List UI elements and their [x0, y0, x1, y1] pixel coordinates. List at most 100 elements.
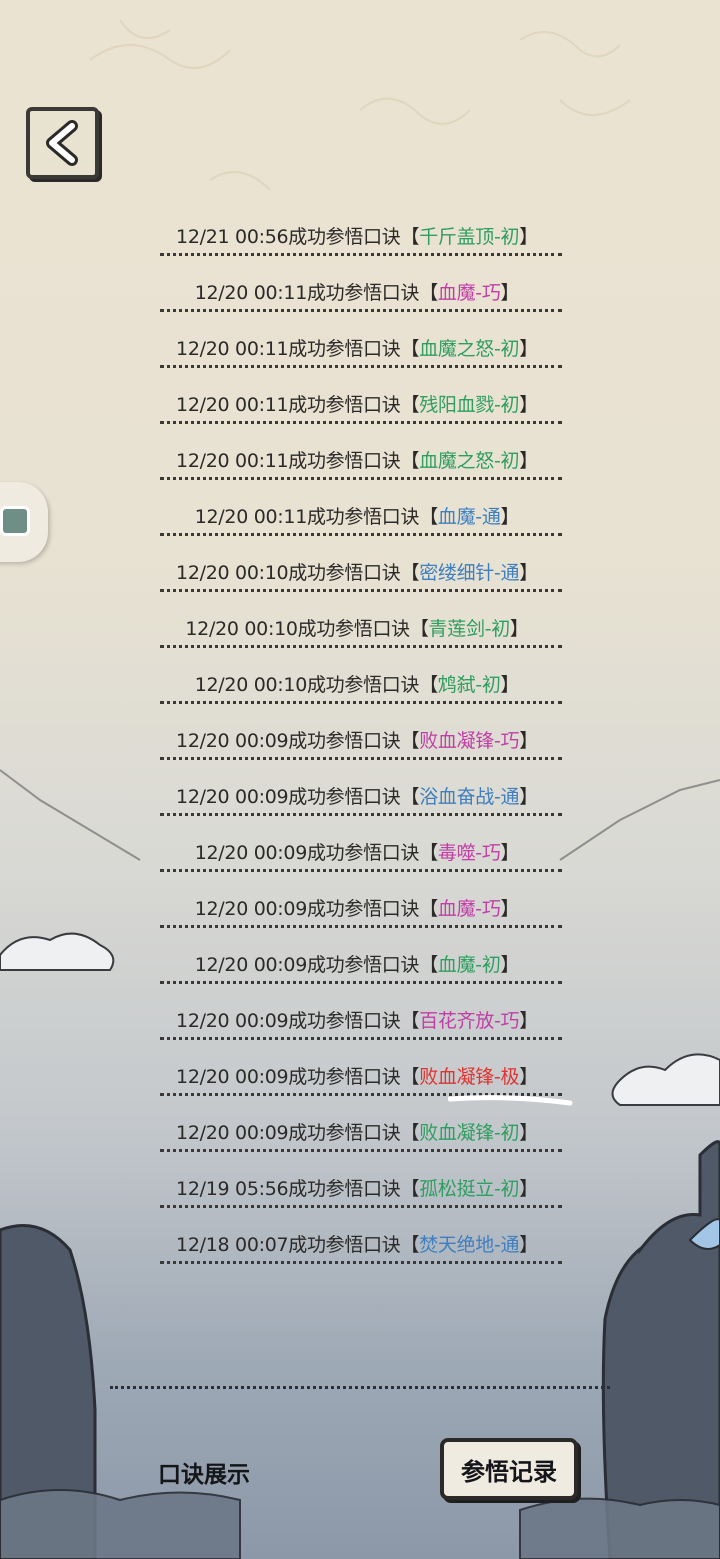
- record-skill: 血魔之怒-初: [419, 449, 520, 472]
- back-button[interactable]: [26, 107, 99, 179]
- bracket-open: 【: [400, 337, 420, 360]
- record-list: 12/21 00:56成功参悟口诀【千斤盖顶-初】 12/20 00:11成功参悟…: [152, 211, 562, 1275]
- bracket-open: 【: [400, 393, 420, 416]
- bracket-close: 】: [509, 617, 529, 640]
- record-time: 12/20 00:11成功参悟口诀: [194, 281, 420, 304]
- record-skill: 密缕细针-通: [419, 561, 520, 584]
- row-divider: [160, 1149, 562, 1152]
- record-skill: 百花齐放-巧: [419, 1009, 520, 1032]
- record-text: 12/20 00:09成功参悟口诀【血魔-巧】: [194, 897, 520, 920]
- list-item: 12/20 00:11成功参悟口诀【残阳血戮-初】: [152, 379, 562, 435]
- bracket-close: 】: [519, 561, 538, 584]
- bracket-close: 】: [500, 673, 520, 696]
- record-text: 12/19 05:56成功参悟口诀【孤松挺立-初】: [176, 1177, 538, 1200]
- bracket-open: 【: [400, 785, 420, 808]
- bracket-open: 【: [419, 673, 438, 696]
- bracket-open: 【: [400, 1009, 420, 1032]
- record-text: 12/20 00:09成功参悟口诀【败血凝锋-极】: [176, 1065, 538, 1088]
- record-text: 12/20 00:11成功参悟口诀【血魔之怒-初】: [176, 337, 538, 360]
- row-divider: [160, 925, 562, 928]
- record-skill: 败血凝锋-极: [419, 1065, 520, 1088]
- row-divider: [160, 981, 562, 984]
- row-divider: [160, 253, 562, 256]
- row-divider: [160, 757, 562, 760]
- footer-divider: [110, 1386, 610, 1389]
- record-skill: 残阳血戮-初: [419, 393, 520, 416]
- record-time: 12/20 00:10成功参悟口诀: [185, 617, 410, 640]
- row-divider: [160, 1205, 562, 1208]
- record-text: 12/20 00:11成功参悟口诀【残阳血戮-初】: [176, 393, 538, 416]
- bracket-close: 】: [500, 953, 520, 976]
- list-item: 12/20 00:11成功参悟口诀【血魔之怒-初】: [152, 435, 562, 491]
- chevron-left-icon: [45, 120, 78, 166]
- row-divider: [160, 365, 562, 368]
- record-skill: 孤松挺立-初: [419, 1177, 520, 1200]
- bracket-close: 】: [500, 281, 520, 304]
- bracket-open: 【: [400, 449, 420, 472]
- bracket-close: 】: [519, 729, 538, 752]
- list-item: 12/21 00:56成功参悟口诀【千斤盖顶-初】: [152, 211, 562, 267]
- bracket-open: 【: [400, 1065, 420, 1088]
- record-text: 12/20 00:10成功参悟口诀【青莲剑-初】: [185, 617, 529, 640]
- row-divider: [160, 477, 562, 480]
- record-time: 12/19 05:56成功参悟口诀: [176, 1177, 401, 1200]
- record-skill: 浴血奋战-通: [419, 785, 520, 808]
- record-time: 12/20 00:09成功参悟口诀: [194, 897, 420, 920]
- list-item: 12/20 00:10成功参悟口诀【青莲剑-初】: [152, 603, 562, 659]
- record-time: 12/20 00:11成功参悟口诀: [176, 337, 401, 360]
- list-item: 12/20 00:09成功参悟口诀【毒噬-巧】: [152, 827, 562, 883]
- record-time: 12/20 00:09成功参悟口诀: [176, 1065, 401, 1088]
- record-time: 12/20 00:11成功参悟口诀: [176, 449, 401, 472]
- bracket-close: 】: [519, 1177, 538, 1200]
- bracket-close: 】: [500, 505, 520, 528]
- list-item: 12/20 00:10成功参悟口诀【鸩弑-初】: [152, 659, 562, 715]
- bracket-open: 【: [400, 729, 420, 752]
- bracket-close: 】: [519, 1009, 538, 1032]
- record-text: 12/20 00:11成功参悟口诀【血魔-通】: [195, 505, 520, 528]
- record-text: 12/20 00:11成功参悟口诀【血魔-巧】: [194, 281, 520, 304]
- record-text: 12/18 00:07成功参悟口诀【焚天绝地-通】: [176, 1233, 538, 1256]
- record-time: 12/20 00:10成功参悟口诀: [176, 561, 401, 584]
- record-text: 12/20 00:09成功参悟口诀【败血凝锋-初】: [176, 1121, 538, 1144]
- bracket-close: 】: [519, 785, 538, 808]
- bracket-close: 】: [519, 337, 538, 360]
- book-tab-icon: [0, 506, 30, 536]
- record-time: 12/20 00:10成功参悟口诀: [194, 673, 420, 696]
- record-skill: 败血凝锋-巧: [419, 729, 520, 752]
- bracket-open: 【: [400, 225, 420, 248]
- row-divider: [160, 309, 562, 312]
- bracket-open: 【: [419, 281, 438, 304]
- record-time: 12/20 00:11成功参悟口诀: [176, 393, 401, 416]
- row-divider: [160, 645, 562, 648]
- bracket-open: 【: [419, 841, 438, 864]
- record-skill: 血魔-通: [437, 505, 501, 528]
- record-text: 12/20 00:09成功参悟口诀【百花齐放-巧】: [176, 1009, 538, 1032]
- list-item: 12/18 00:07成功参悟口诀【焚天绝地-通】: [152, 1219, 562, 1275]
- row-divider: [160, 589, 562, 592]
- bracket-open: 【: [400, 561, 420, 584]
- record-time: 12/21 00:56成功参悟口诀: [176, 225, 401, 248]
- record-skill: 鸩弑-初: [437, 673, 501, 696]
- row-divider: [160, 421, 562, 424]
- highlight-underline: [448, 1095, 573, 1106]
- row-divider: [160, 1261, 562, 1264]
- record-text: 12/20 00:11成功参悟口诀【血魔之怒-初】: [176, 449, 538, 472]
- side-tab[interactable]: [0, 482, 48, 562]
- record-time: 12/20 00:09成功参悟口诀: [176, 1121, 401, 1144]
- record-text: 12/20 00:09成功参悟口诀【浴血奋战-通】: [176, 785, 538, 808]
- list-item: 12/20 00:11成功参悟口诀【血魔之怒-初】: [152, 323, 562, 379]
- list-item: 12/19 05:56成功参悟口诀【孤松挺立-初】: [152, 1163, 562, 1219]
- row-divider: [160, 813, 562, 816]
- record-skill: 焚天绝地-通: [419, 1233, 520, 1256]
- bracket-close: 】: [519, 393, 538, 416]
- list-item: 12/20 00:11成功参悟口诀【血魔-巧】: [152, 267, 562, 323]
- row-divider: [160, 869, 562, 872]
- list-item: 12/20 00:10成功参悟口诀【密缕细针-通】: [152, 547, 562, 603]
- bracket-open: 【: [400, 1233, 420, 1256]
- tab-skill-display[interactable]: 口诀展示: [158, 1455, 250, 1489]
- record-time: 12/20 00:09成功参悟口诀: [194, 953, 420, 976]
- record-button[interactable]: 参悟记录: [440, 1438, 578, 1500]
- bracket-open: 【: [400, 1121, 420, 1144]
- list-item: 12/20 00:11成功参悟口诀【血魔-通】: [152, 491, 562, 547]
- record-skill: 青莲剑-初: [428, 617, 511, 640]
